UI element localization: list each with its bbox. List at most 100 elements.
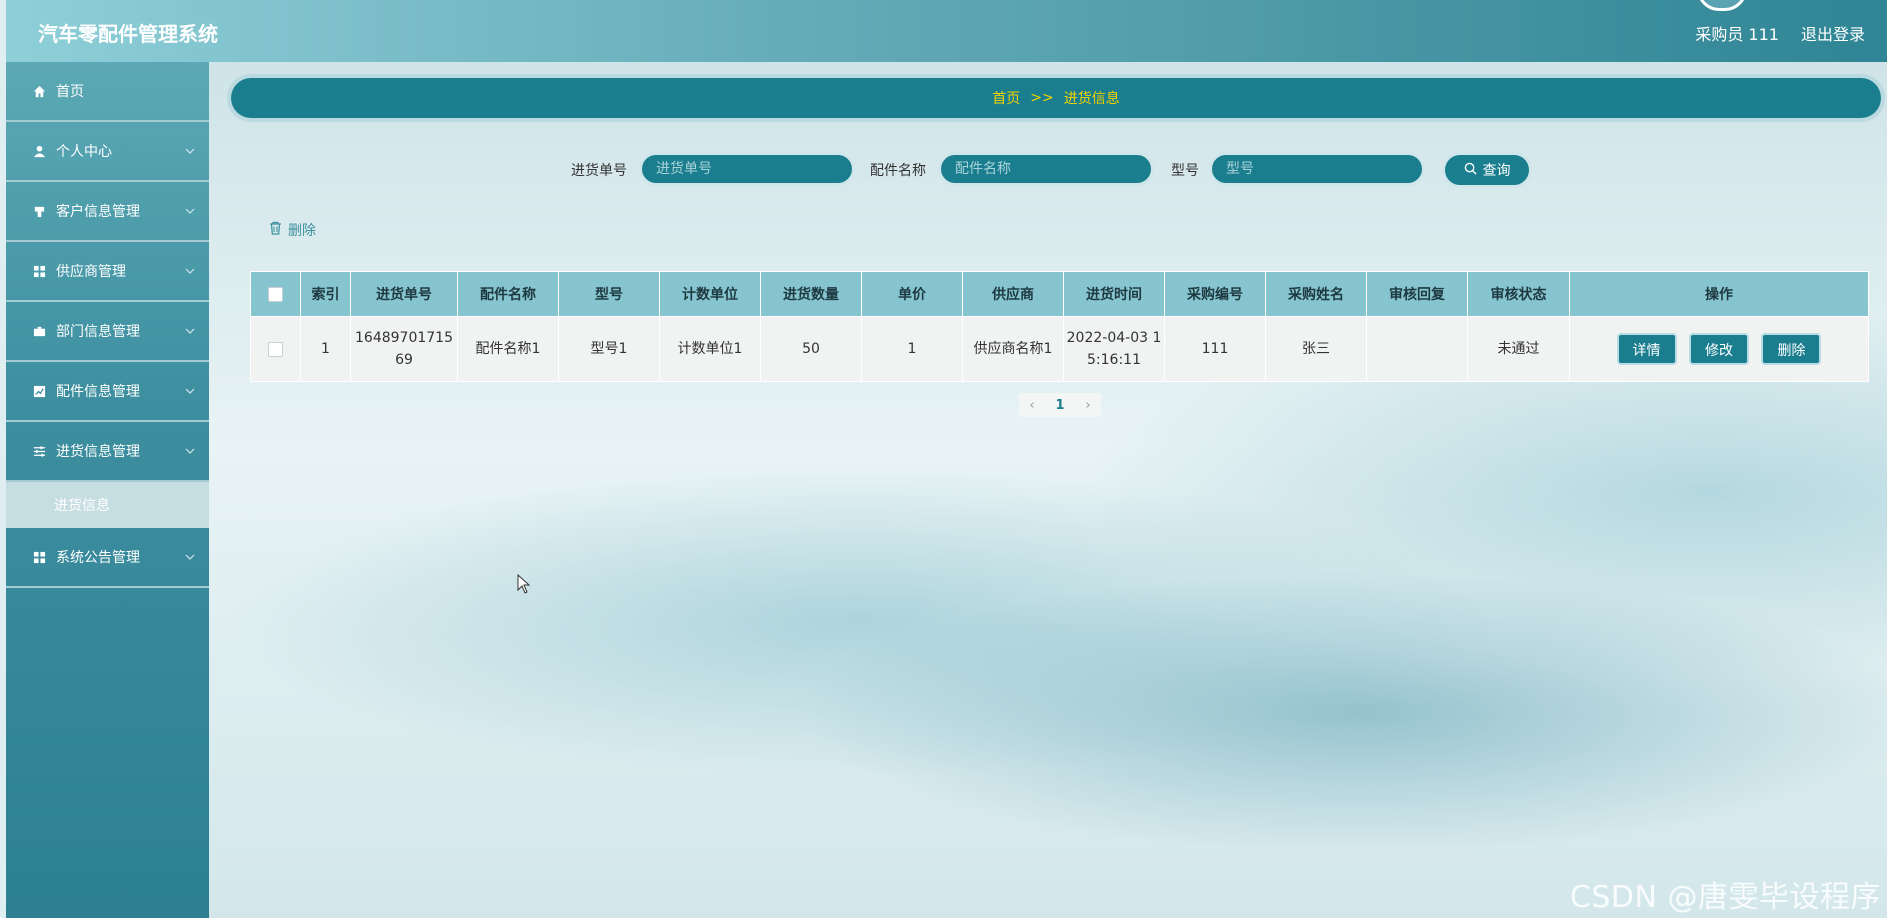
select-all-cell[interactable]	[250, 271, 301, 317]
chevron-down-icon	[185, 550, 195, 566]
sidebar: 首页 个人中心 客户信息管理 供应商管理 部门信息管理 配件信息管理 进货信息管…	[6, 62, 209, 918]
cell-model: 型号1	[558, 316, 660, 382]
briefcase-icon	[32, 324, 46, 338]
breadcrumb-separator: >>	[1030, 90, 1054, 106]
column-header: 单价	[861, 271, 963, 317]
select-all-checkbox[interactable]	[268, 286, 283, 302]
prev-page-button[interactable]: ‹	[1029, 398, 1034, 413]
cell-quantity: 50	[760, 316, 862, 382]
next-page-button[interactable]: ›	[1085, 398, 1090, 413]
sidebar-item-home[interactable]: 首页	[6, 62, 209, 122]
sidebar-item-purchases[interactable]: 进货信息管理	[6, 422, 209, 482]
grid-icon	[32, 264, 46, 278]
sidebar-item-label: 进货信息管理	[56, 444, 140, 460]
sidebar-item-announcements[interactable]: 系统公告管理	[6, 528, 209, 588]
column-header: 计数单位	[659, 271, 761, 317]
sidebar-item-profile[interactable]: 个人中心	[6, 122, 209, 182]
cell-buyer-name: 张三	[1265, 316, 1367, 382]
sidebar-item-label: 系统公告管理	[56, 550, 140, 566]
cell-unit: 计数单位1	[659, 316, 761, 382]
sidebar-item-parts[interactable]: 配件信息管理	[6, 362, 209, 422]
search-bar: 进货单号 配件名称 型号 查询	[209, 152, 1887, 188]
cell-order-no: 1648970171569	[350, 316, 458, 382]
chevron-down-icon	[185, 144, 195, 160]
logout-link[interactable]: 退出登录	[1801, 21, 1865, 45]
chevron-down-icon	[185, 204, 195, 220]
edit-button[interactable]: 修改	[1689, 333, 1749, 365]
row-select-cell[interactable]	[250, 316, 301, 382]
delete-button[interactable]: 删除	[1761, 333, 1822, 365]
user-icon	[32, 144, 46, 158]
cell-supplier: 供应商名称1	[962, 316, 1064, 382]
column-header: 供应商	[962, 271, 1064, 317]
column-header: 采购编号	[1164, 271, 1266, 317]
app-title: 汽车零配件管理系统	[38, 22, 218, 46]
breadcrumb-current: 进货信息	[1063, 91, 1120, 107]
column-header: 进货单号	[350, 271, 458, 317]
column-header: 审核回复	[1366, 271, 1468, 317]
query-button[interactable]: 查询	[1442, 152, 1532, 188]
sidebar-item-label: 客户信息管理	[56, 204, 140, 220]
sidebar-item-suppliers[interactable]: 供应商管理	[6, 242, 209, 302]
home-icon	[32, 84, 46, 98]
column-header: 采购姓名	[1265, 271, 1367, 317]
table-row: 1 1648970171569 配件名称1 型号1 计数单位1 50 1 供应商…	[250, 316, 1869, 382]
sidebar-item-label: 部门信息管理	[56, 324, 140, 340]
user-area: 采购员 111 退出登录	[1695, 21, 1865, 45]
cell-part-name: 配件名称1	[457, 316, 559, 382]
column-header: 操作	[1569, 271, 1869, 317]
row-checkbox[interactable]	[268, 341, 283, 357]
cell-index: 1	[300, 316, 351, 382]
chevron-down-icon	[185, 324, 195, 340]
top-header: 汽车零配件管理系统 采购员 111 退出登录	[6, 0, 1887, 62]
sidebar-item-label: 供应商管理	[56, 264, 126, 280]
chevron-down-icon	[185, 264, 195, 280]
grid-icon	[32, 550, 46, 564]
sidebar-item-departments[interactable]: 部门信息管理	[6, 302, 209, 362]
breadcrumb: 首页 >> 进货信息	[231, 78, 1881, 118]
model-input[interactable]	[1209, 152, 1425, 186]
cell-price: 1	[861, 316, 963, 382]
sidebar-item-label: 个人中心	[56, 144, 112, 160]
cell-review-status: 未通过	[1467, 316, 1570, 382]
cell-actions: 详情 修改 删除	[1569, 316, 1869, 382]
batch-delete-button[interactable]: 删除	[269, 220, 316, 240]
user-label: 采购员 111	[1695, 25, 1779, 44]
breadcrumb-home[interactable]: 首页	[992, 88, 1020, 108]
chevron-down-icon	[185, 444, 195, 460]
column-header: 进货时间	[1063, 271, 1165, 317]
order-no-label: 进货单号	[571, 163, 627, 179]
sidebar-item-customers[interactable]: 客户信息管理	[6, 182, 209, 242]
part-name-label: 配件名称	[870, 163, 926, 179]
sliders-icon	[32, 444, 46, 458]
model-label: 型号	[1171, 163, 1199, 179]
avatar[interactable]	[1697, 0, 1747, 11]
query-button-label: 查询	[1482, 163, 1511, 179]
cell-buyer-no: 111	[1164, 316, 1266, 382]
pagination: ‹ 1 ›	[1019, 393, 1101, 417]
chart-icon	[32, 384, 46, 398]
detail-button[interactable]: 详情	[1616, 333, 1677, 365]
part-name-input[interactable]	[938, 152, 1154, 186]
column-header: 索引	[300, 271, 351, 317]
column-header: 进货数量	[760, 271, 862, 317]
sidebar-item-label: 配件信息管理	[56, 384, 140, 400]
trash-icon	[269, 221, 282, 239]
column-header: 审核状态	[1467, 271, 1570, 317]
purchase-table: 索引 进货单号 配件名称 型号 计数单位 进货数量 单价 供应商 进货时间 采购…	[250, 271, 1869, 382]
column-header: 配件名称	[457, 271, 559, 317]
sidebar-item-label: 首页	[56, 84, 84, 100]
table-header-row: 索引 进货单号 配件名称 型号 计数单位 进货数量 单价 供应商 进货时间 采购…	[250, 271, 1869, 317]
sidebar-subitem-purchase-info[interactable]: 进货信息	[6, 482, 209, 528]
watermark: CSDN @唐雯毕设程序	[1569, 880, 1881, 915]
cell-time: 2022-04-03 15:16:11	[1063, 316, 1165, 382]
customer-icon	[32, 204, 46, 218]
chevron-down-icon	[185, 384, 195, 400]
main-content: 首页 >> 进货信息 进货单号 配件名称 型号 查询 删除	[209, 62, 1887, 918]
mouse-cursor-icon	[517, 573, 531, 598]
order-no-input[interactable]	[639, 152, 855, 186]
cell-review-reply	[1366, 316, 1468, 382]
search-icon	[1464, 162, 1477, 179]
current-page[interactable]: 1	[1055, 398, 1064, 413]
batch-delete-label: 删除	[288, 223, 316, 239]
